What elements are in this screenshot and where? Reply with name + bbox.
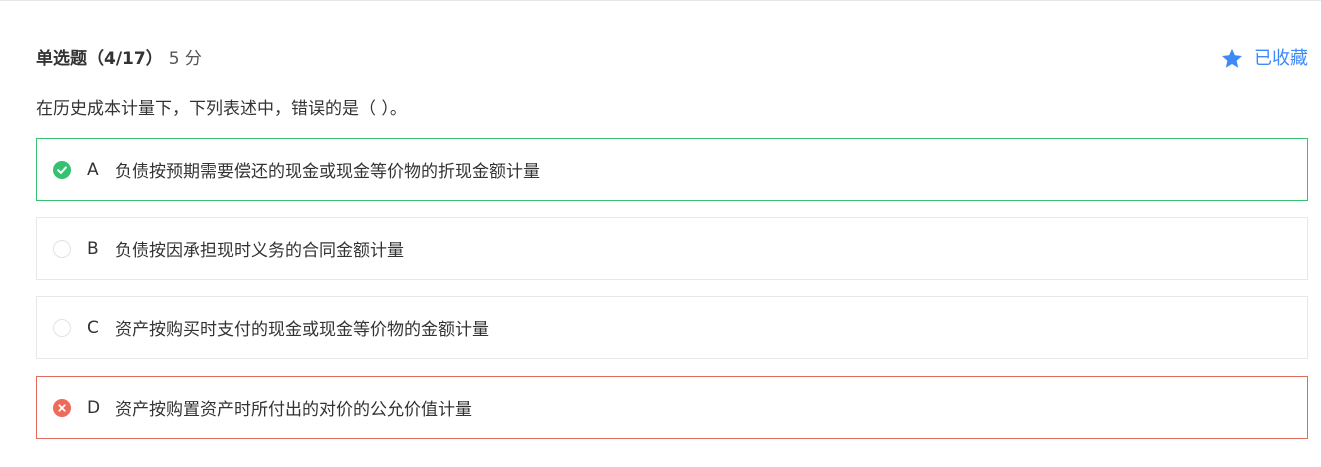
question-text: 在历史成本计量下，下列表述中，错误的是（ ）。: [36, 99, 407, 119]
top-divider: [0, 0, 1321, 1]
option-text: 负债按因承担现时义务的合同金额计量: [115, 241, 404, 261]
question-header: 单选题（4/17） 5 分 已收藏: [36, 44, 1308, 74]
option-letter: A: [87, 159, 99, 180]
option-letter: C: [87, 317, 99, 338]
option-text: 资产按购买时支付的现金或现金等价物的金额计量: [115, 320, 489, 340]
favorite-label: 已收藏: [1254, 48, 1308, 69]
check-circle-icon: [53, 160, 71, 179]
radio-empty-icon: [53, 239, 71, 258]
option-b[interactable]: B 负债按因承担现时义务的合同金额计量: [36, 217, 1308, 280]
option-letter: D: [87, 397, 101, 418]
option-c[interactable]: C 资产按购买时支付的现金或现金等价物的金额计量: [36, 296, 1308, 359]
question-type-label: 单选题: [36, 49, 87, 69]
radio-empty-icon: [53, 318, 71, 337]
option-text: 资产按购置资产时所付出的对价的公允价值计量: [115, 400, 472, 420]
question-score: 5 分: [168, 49, 202, 69]
option-letter: B: [87, 238, 99, 259]
option-a[interactable]: A 负债按预期需要偿还的现金或现金等价物的折现金额计量: [36, 138, 1308, 201]
question-progress: （4/17）: [87, 49, 163, 69]
x-circle-icon: [53, 398, 71, 417]
favorite-button[interactable]: 已收藏: [1220, 44, 1308, 74]
question-type: 单选题（4/17） 5 分: [36, 48, 202, 70]
star-icon: [1222, 48, 1242, 68]
option-text: 负债按预期需要偿还的现金或现金等价物的折现金额计量: [115, 162, 540, 182]
option-d[interactable]: D 资产按购置资产时所付出的对价的公允价值计量: [36, 376, 1308, 439]
